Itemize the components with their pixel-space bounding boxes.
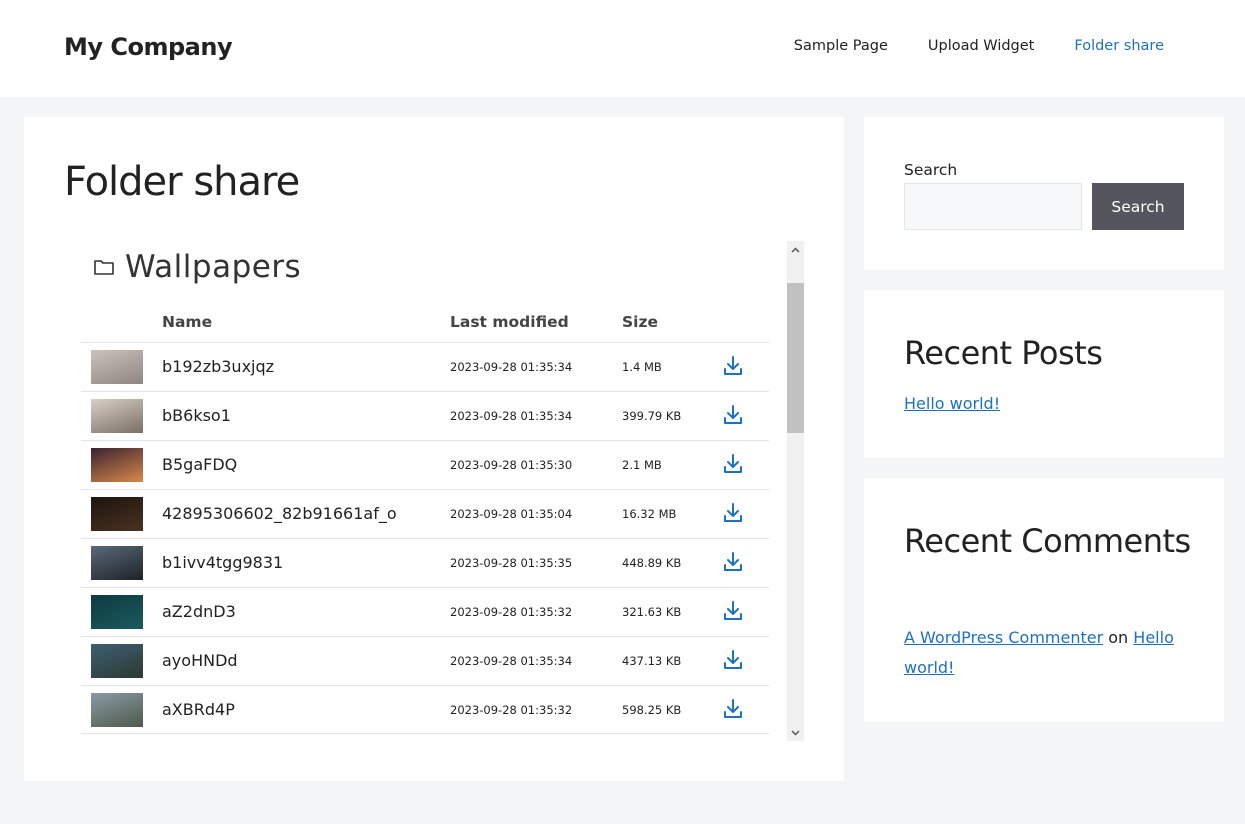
file-name[interactable]: aZ2dnD3 bbox=[162, 602, 236, 621]
file-last-modified: 2023-09-28 01:35:32 bbox=[450, 703, 573, 717]
file-row[interactable]: aXBRd4P 2023-09-28 01:35:32 598.25 KB bbox=[81, 685, 769, 734]
main-navigation: Sample Page Upload Widget Folder share bbox=[754, 38, 1164, 54]
file-last-modified: 2023-09-28 01:35:32 bbox=[450, 605, 573, 619]
file-size: 16.32 MB bbox=[622, 507, 677, 521]
file-name[interactable]: 42895306602_82b91661af_o bbox=[162, 504, 397, 523]
file-row[interactable]: bB6kso1 2023-09-28 01:35:34 399.79 KB bbox=[81, 391, 769, 440]
file-row[interactable]: b192zb3uxjqz 2023-09-28 01:35:34 1.4 MB bbox=[81, 342, 769, 391]
content-area: Folder share Wallpapers Name Last modifi… bbox=[24, 117, 844, 781]
download-icon[interactable] bbox=[723, 698, 743, 720]
file-name[interactable]: b192zb3uxjqz bbox=[162, 357, 274, 376]
file-thumbnail[interactable] bbox=[91, 595, 143, 629]
download-icon[interactable] bbox=[723, 453, 743, 475]
search-widget: Search Search bbox=[864, 117, 1224, 270]
file-row[interactable]: 42895306602_82b91661af_o 2023-09-28 01:35… bbox=[81, 489, 769, 538]
file-row[interactable]: b1ivv4tgg9831 2023-09-28 01:35:35 448.89 K… bbox=[81, 538, 769, 587]
site-title[interactable]: My Company bbox=[64, 33, 233, 61]
search-input[interactable] bbox=[904, 183, 1082, 230]
file-last-modified: 2023-09-28 01:35:04 bbox=[450, 507, 573, 521]
file-size: 448.89 KB bbox=[622, 556, 682, 570]
file-size: 399.79 KB bbox=[622, 409, 682, 423]
file-size: 1.4 MB bbox=[622, 360, 662, 374]
column-header-size[interactable]: Size bbox=[622, 313, 658, 331]
file-thumbnail[interactable] bbox=[91, 448, 143, 482]
file-size: 2.1 MB bbox=[622, 458, 662, 472]
file-last-modified: 2023-09-28 01:35:34 bbox=[450, 409, 573, 423]
site-header: My Company Sample Page Upload Widget Fol… bbox=[0, 0, 1245, 97]
file-thumbnail[interactable] bbox=[91, 399, 143, 433]
file-thumbnail[interactable] bbox=[91, 644, 143, 678]
file-row[interactable]: aZ2dnD3 2023-09-28 01:35:32 321.63 KB bbox=[81, 587, 769, 636]
search-label: Search bbox=[904, 161, 958, 179]
scroll-up-arrow-icon[interactable] bbox=[787, 241, 804, 258]
download-icon[interactable] bbox=[723, 551, 743, 573]
recent-post-link[interactable]: Hello world! bbox=[904, 394, 1000, 413]
file-thumbnail[interactable] bbox=[91, 546, 143, 580]
nav-item-upload-widget[interactable]: Upload Widget bbox=[928, 38, 1034, 54]
column-header-last-modified[interactable]: Last modified bbox=[450, 313, 569, 331]
comment-connector: on bbox=[1108, 628, 1129, 647]
scrollbar-thumb[interactable] bbox=[787, 283, 804, 433]
recent-posts-widget: Recent Posts Hello world! bbox=[864, 290, 1224, 458]
scroll-down-arrow-icon[interactable] bbox=[787, 724, 804, 741]
file-size: 437.13 KB bbox=[622, 654, 682, 668]
recent-comments-title: Recent Comments bbox=[904, 522, 1191, 560]
file-row[interactable]: ayoHNDd 2023-09-28 01:35:34 437.13 KB bbox=[81, 636, 769, 685]
file-size: 321.63 KB bbox=[622, 605, 682, 619]
download-icon[interactable] bbox=[723, 502, 743, 524]
download-icon[interactable] bbox=[723, 600, 743, 622]
page-title: Folder share bbox=[64, 159, 300, 205]
download-icon[interactable] bbox=[723, 355, 743, 377]
folder-name: Wallpapers bbox=[125, 249, 302, 285]
file-name[interactable]: bB6kso1 bbox=[162, 406, 231, 425]
file-name[interactable]: ayoHNDd bbox=[162, 651, 238, 670]
file-size: 598.25 KB bbox=[622, 703, 682, 717]
file-thumbnail[interactable] bbox=[91, 350, 143, 384]
column-header-name[interactable]: Name bbox=[162, 313, 212, 331]
file-name[interactable]: aXBRd4P bbox=[162, 700, 235, 719]
comment-author-link[interactable]: A WordPress Commenter bbox=[904, 628, 1103, 647]
recent-posts-title: Recent Posts bbox=[904, 334, 1103, 372]
recent-comments-widget: Recent Comments A WordPress Commenter on… bbox=[864, 478, 1224, 722]
nav-item-sample-page[interactable]: Sample Page bbox=[794, 38, 888, 54]
file-thumbnail[interactable] bbox=[91, 693, 143, 727]
search-button[interactable]: Search bbox=[1092, 183, 1184, 230]
file-name[interactable]: b1ivv4tgg9831 bbox=[162, 553, 283, 572]
download-icon[interactable] bbox=[723, 404, 743, 426]
nav-item-folder-share[interactable]: Folder share bbox=[1074, 38, 1164, 54]
file-list: b192zb3uxjqz 2023-09-28 01:35:34 1.4 MB bB6… bbox=[81, 342, 769, 734]
file-last-modified: 2023-09-28 01:35:30 bbox=[450, 458, 573, 472]
file-last-modified: 2023-09-28 01:35:35 bbox=[450, 556, 573, 570]
folder-share-frame[interactable]: Wallpapers Name Last modified Size b192z… bbox=[81, 241, 804, 741]
folder-scrollbar[interactable] bbox=[787, 241, 804, 741]
file-row[interactable]: B5gaFDQ 2023-09-28 01:35:30 2.1 MB bbox=[81, 440, 769, 489]
recent-comment-item: A WordPress Commenter on Hello world! bbox=[904, 623, 1194, 683]
folder-icon bbox=[94, 260, 114, 275]
file-name[interactable]: B5gaFDQ bbox=[162, 455, 237, 474]
download-icon[interactable] bbox=[723, 649, 743, 671]
folder-heading: Wallpapers bbox=[93, 249, 301, 285]
file-last-modified: 2023-09-28 01:35:34 bbox=[450, 654, 573, 668]
file-thumbnail[interactable] bbox=[91, 497, 143, 531]
file-last-modified: 2023-09-28 01:35:34 bbox=[450, 360, 573, 374]
